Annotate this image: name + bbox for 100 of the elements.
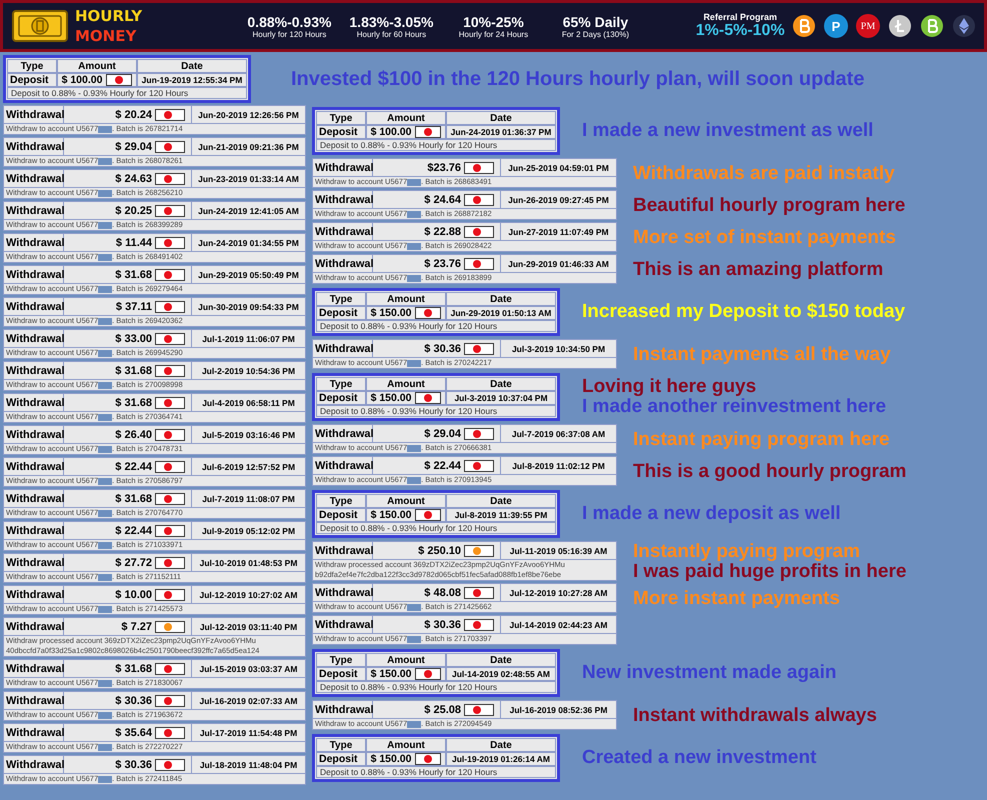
type-cell: Withdrawal	[4, 586, 64, 603]
column-header: Amount	[366, 377, 446, 391]
amount-text: $ 35.64	[115, 726, 152, 738]
caption-text: Instantly paying program	[633, 542, 861, 562]
caption-text: Instant withdrawals always	[633, 706, 877, 726]
type-cell: Withdrawal	[4, 362, 64, 379]
caption-text: This is a good hourly program	[633, 462, 906, 482]
amount-text: $ 37.11	[116, 300, 152, 312]
type-cell: Withdrawal	[313, 701, 373, 718]
amount-text: $ 24.64	[424, 194, 461, 206]
type-cell: Deposit	[316, 125, 366, 139]
type-cell: Deposit	[7, 73, 57, 87]
date-cell-text: Jun-29-2019 05:50:49 PM	[197, 268, 300, 282]
type-cell: Withdrawal	[313, 542, 373, 559]
coin-icon	[952, 14, 976, 38]
amount-text: $ 24.63	[115, 172, 152, 184]
transaction-detail: Deposit to 0.88% - 0.93% Hourly for 120 Hours	[316, 320, 556, 332]
column-header: Date	[446, 111, 556, 125]
type-cell: Withdrawal	[4, 660, 64, 677]
amount-text: $ 23.76	[424, 258, 461, 270]
type-cell: Withdrawal	[313, 159, 373, 176]
date-cell-text: Jul-14-2019 02:44:23 AM	[508, 618, 608, 632]
date-cell: Jun-19-2019 12:55:34 PM	[137, 73, 247, 87]
caption-text: I made a new investment as well	[582, 121, 874, 141]
type-cell: Deposit	[316, 306, 366, 320]
caption-text: Beautiful hourly program here	[633, 196, 906, 216]
date-cell-text: Jun-21-2019 09:21:36 PM	[197, 140, 300, 154]
date-cell-text: Jul-4-2019 06:58:11 PM	[201, 396, 296, 410]
type-cell: Withdrawal	[313, 223, 373, 240]
amount-text: $ 30.36	[115, 694, 152, 706]
date-cell-text: Jul-18-2019 11:48:04 PM	[198, 758, 298, 772]
date-cell-text: Jul-5-2019 03:16:46 PM	[200, 428, 296, 442]
date-cell-text: Jun-23-2019 01:33:14 AM	[197, 172, 300, 186]
date-cell-text: Jun-20-2019 12:26:56 PM	[197, 108, 300, 122]
amount-text: $ 31.68	[115, 364, 152, 376]
caption-text: I made a new deposit as well	[582, 504, 841, 524]
logo-text: HOURLY	[75, 6, 142, 26]
transaction-detail: Deposit to 0.88% - 0.93% Hourly for 120 Hours	[316, 405, 556, 417]
column-header: Date	[137, 59, 247, 73]
amount-text: $ 25.08	[424, 704, 461, 716]
column-header: Date	[446, 377, 556, 391]
date-cell-text: Jul-1-2019 11:06:07 PM	[201, 332, 296, 346]
amount-text: $ 20.24	[115, 108, 152, 120]
plan-term: Hourly for 120 Hours	[252, 30, 326, 38]
amount-text: $ 30.36	[424, 342, 461, 354]
column-header: Type	[316, 111, 366, 125]
caption-text: Created a new investment	[582, 748, 816, 768]
amount-text: $ 150.00	[370, 392, 412, 404]
date-cell: Jul-14-2019 02:48:55 AM	[446, 667, 556, 681]
date-cell: Jul-8-2019 11:39:55 PM	[446, 508, 556, 522]
date-cell-text: Jun-26-2019 09:27:45 PM	[507, 194, 610, 206]
date-cell-text: Jul-7-2019 11:08:07 PM	[201, 492, 296, 506]
amount-text: $ 26.40	[115, 428, 152, 440]
amount-text: $ 100.00	[62, 74, 102, 86]
referral-title: Referral Program	[703, 12, 777, 22]
column-header: Type	[316, 292, 366, 306]
amount-text: $ 33.00	[115, 332, 152, 344]
type-cell: Withdrawal	[313, 457, 373, 474]
caption-text: This is an amazing platform	[633, 260, 884, 280]
type-cell: Withdrawal	[4, 138, 64, 155]
date-cell-text: Jun-25-2019 04:59:01 PM	[507, 162, 610, 174]
plan-term: Hourly for 24 Hours	[458, 30, 528, 38]
referral-rates: 1%-5%-10%	[696, 22, 785, 40]
date-cell-text: Jun-27-2019 11:07:49 PM	[507, 226, 610, 238]
column-header: Type	[316, 494, 366, 508]
date-cell-text: Jul-12-2019 10:27:02 AM	[198, 588, 298, 602]
amount-text: $ 20.25	[115, 204, 152, 216]
caption-text: New investment made again	[582, 663, 836, 683]
amount-text: $ 100.00	[370, 126, 412, 138]
plan-rate: 10%-25%	[463, 14, 524, 30]
caption-text: Increased my Deposit to $150 today	[582, 302, 906, 322]
date-cell-text: Jul-15-2019 03:03:37 AM	[198, 662, 298, 676]
logo-text: MONEY	[75, 26, 138, 46]
type-cell: Withdrawal	[4, 522, 64, 539]
amount-text: $ 22.44	[115, 460, 152, 472]
transaction-detail: Deposit to 0.88% - 0.93% Hourly for 120 Hours	[316, 522, 556, 534]
date-cell-text: Jul-12-2019 10:27:28 AM	[508, 586, 608, 600]
amount-text: $ 30.36	[115, 758, 152, 770]
plan-term: For 2 Days (130%)	[562, 30, 629, 38]
date-cell-text: Jul-8-2019 11:02:12 PM	[511, 460, 606, 472]
column-header: Date	[446, 653, 556, 667]
amount-text: $ 11.44	[116, 236, 152, 248]
type-cell: Withdrawal	[4, 298, 64, 315]
caption-text: Loving it here guys	[582, 377, 758, 397]
caption-text: I made another reinvestment here	[582, 397, 886, 417]
date-cell: Jul-3-2019 10:37:04 PM	[446, 391, 556, 405]
plan-rate: 1.83%-3.05%	[349, 14, 434, 30]
column-header: Type	[316, 653, 366, 667]
type-cell: Withdrawal	[313, 255, 373, 272]
type-cell: Withdrawal	[4, 458, 64, 475]
date-cell-text: Jul-7-2019 06:37:08 AM	[510, 428, 606, 440]
transaction-detail: Deposit to 0.88% - 0.93% Hourly for 120 Hours	[7, 87, 247, 99]
type-cell: Withdrawal	[4, 756, 64, 773]
date-cell-text: Jul-2-2019 10:54:36 PM	[200, 364, 296, 378]
plan-rate: 0.88%-0.93%	[247, 14, 332, 30]
type-cell: Deposit	[316, 752, 366, 766]
date-cell-text: Jul-6-2019 12:57:52 PM	[200, 460, 296, 474]
type-cell: Deposit	[316, 391, 366, 405]
column-header: Amount	[366, 653, 446, 667]
amount-text: $ 150.00	[370, 753, 412, 765]
